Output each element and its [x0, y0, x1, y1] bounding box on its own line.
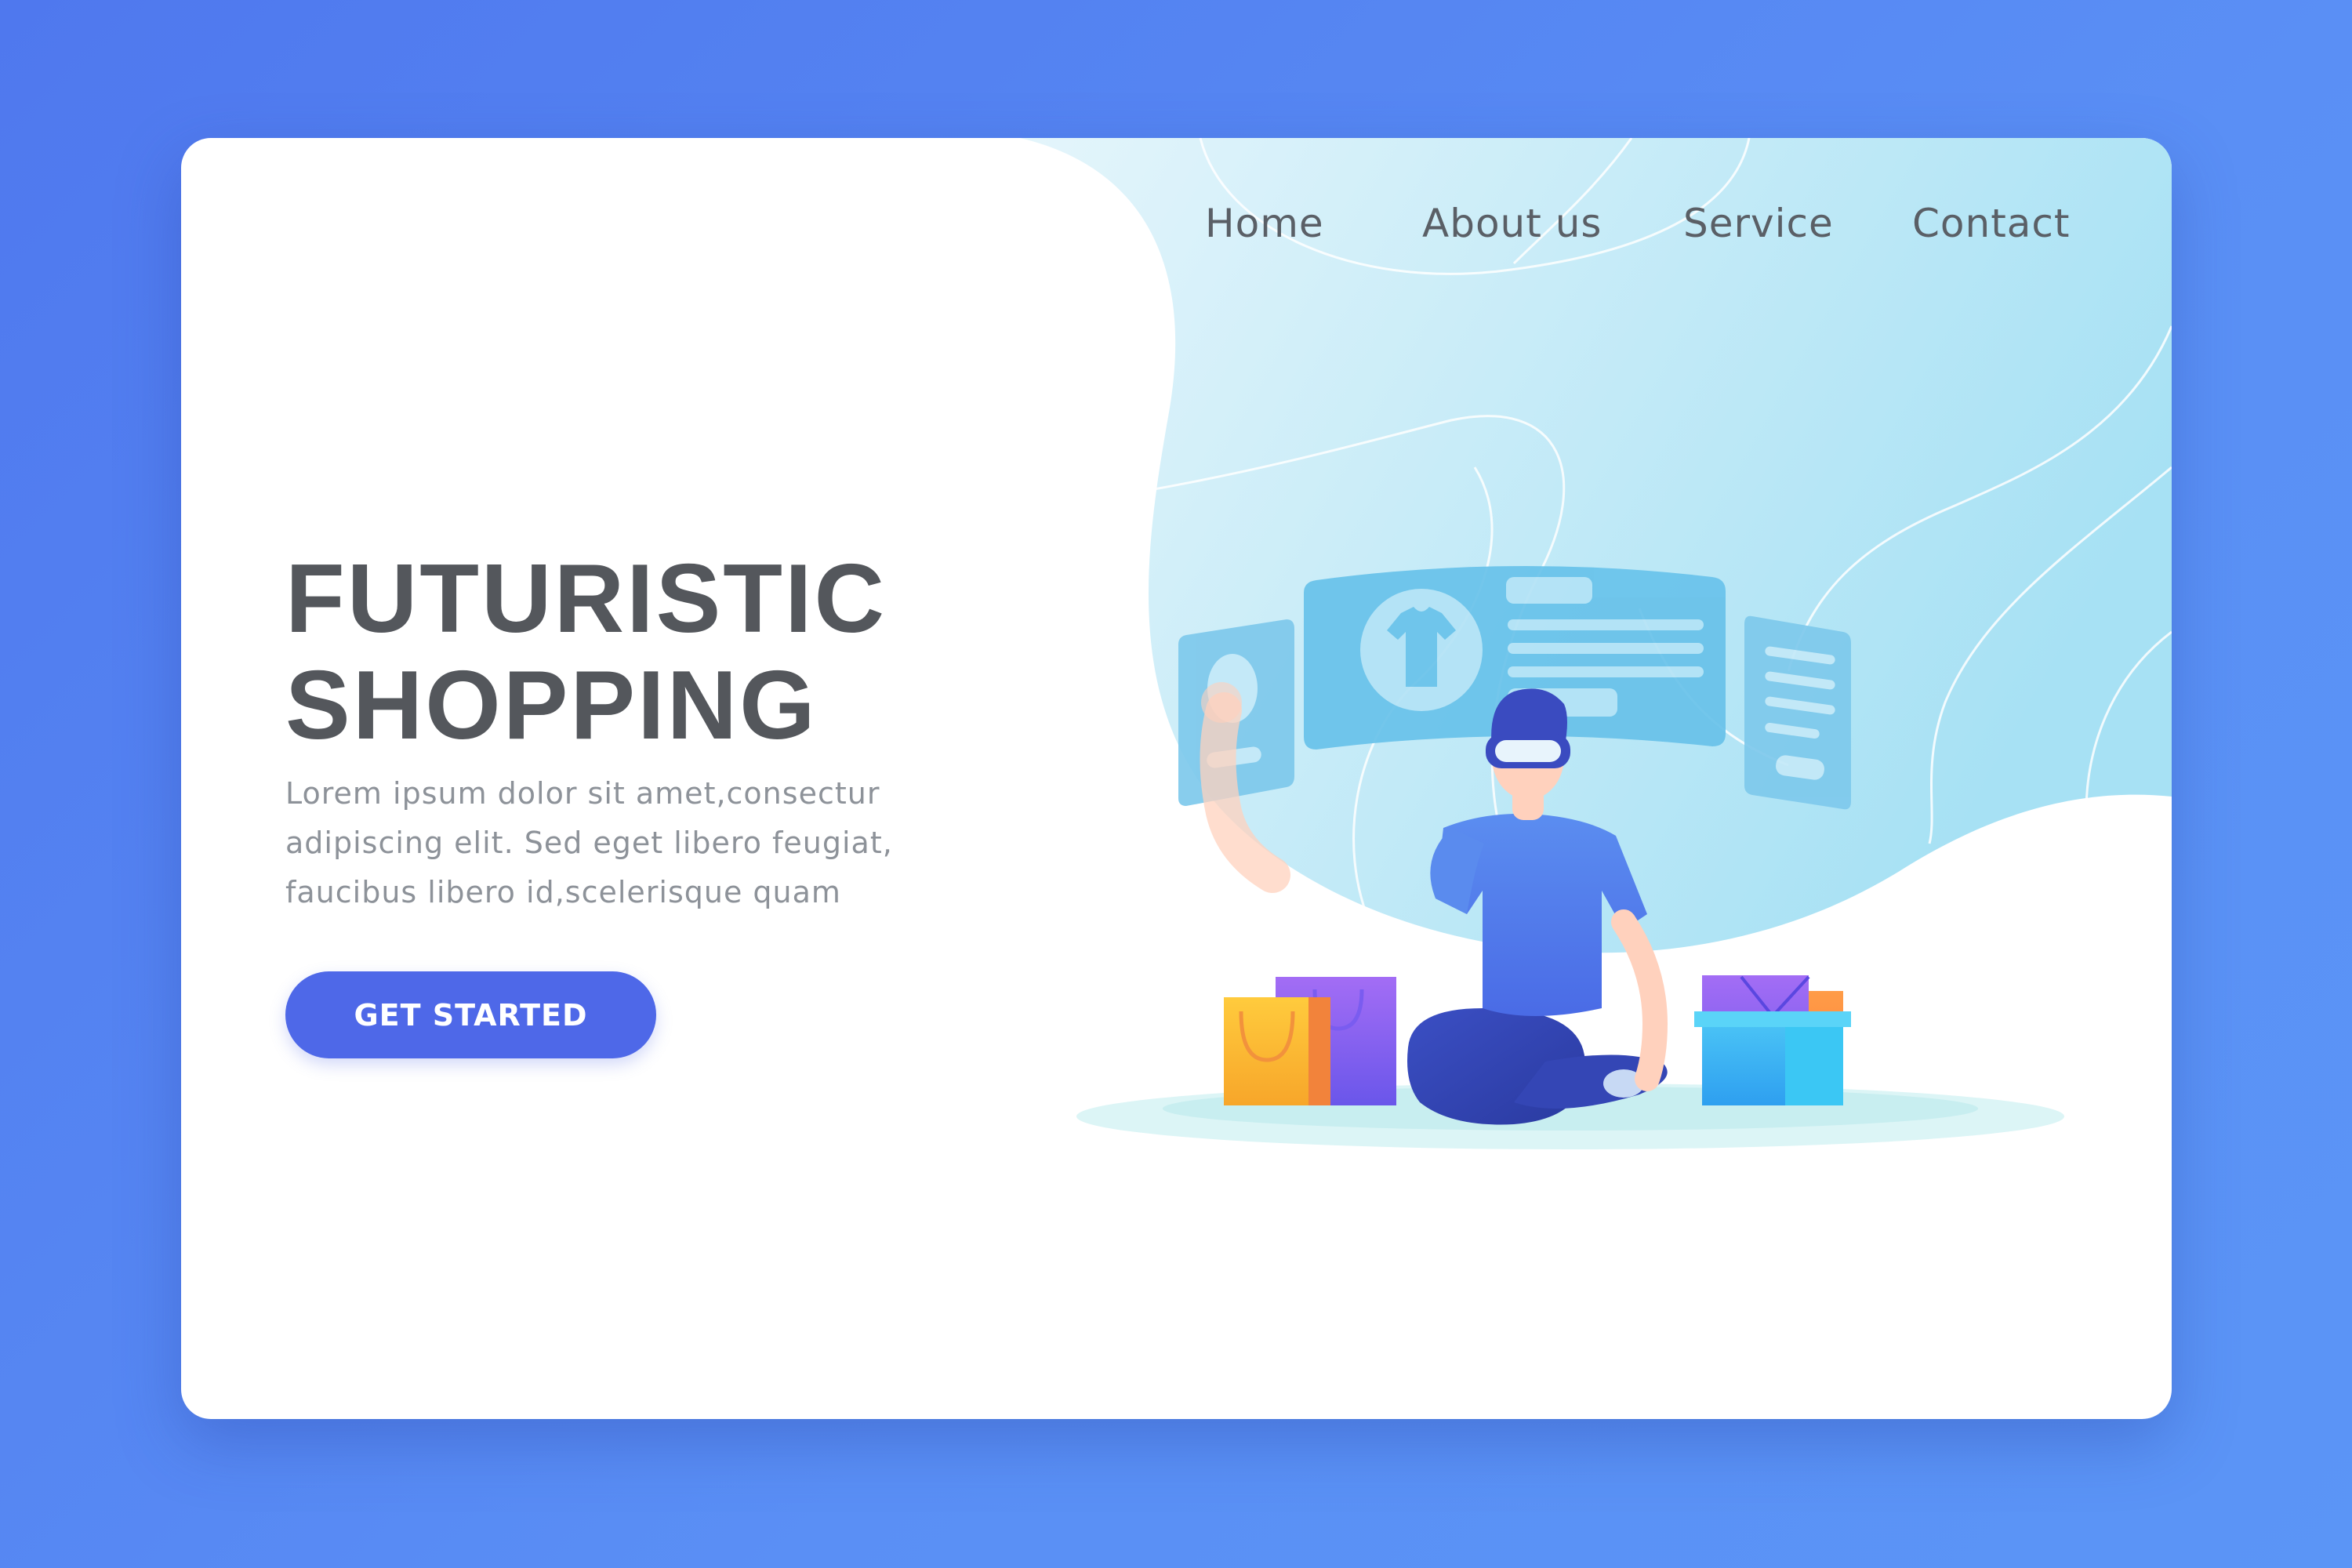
shopping-bags-left: [1224, 977, 1396, 1105]
text-list-panel: [1744, 615, 1851, 810]
landing-card: Home About us Service Contact FUTURISTIC…: [181, 138, 2172, 1419]
gift-boxes-right: [1694, 975, 1851, 1105]
vr-shopping-illustration: [1076, 565, 2064, 1149]
